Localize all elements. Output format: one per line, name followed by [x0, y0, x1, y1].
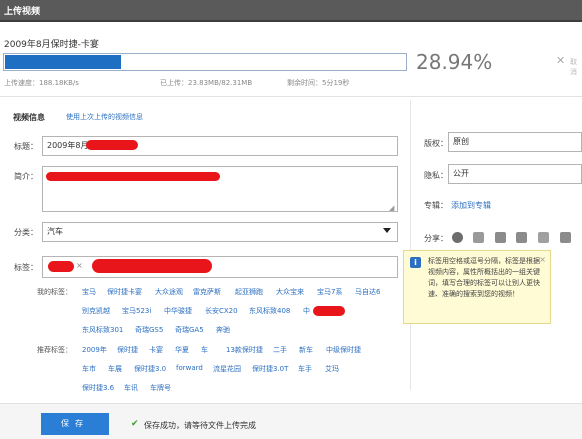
my-tag[interactable]: 宝马7系 — [317, 287, 342, 297]
info-icon: i — [410, 257, 421, 268]
recommended-tag[interactable]: 车牌号 — [150, 383, 171, 393]
recommended-tag[interactable]: 车讯 — [124, 383, 138, 393]
share-label: 分享： — [424, 234, 448, 243]
share-kaixin-icon[interactable] — [516, 232, 527, 243]
copyright-select-value: 原创 — [453, 137, 469, 146]
my-tag[interactable]: 保时捷卡宴 — [107, 287, 142, 297]
my-tag[interactable]: 起亚狮跑 — [235, 287, 263, 297]
cancel-upload-link[interactable]: 取消 — [570, 57, 582, 77]
share-weibo-icon[interactable] — [452, 232, 463, 243]
share-douban-icon[interactable] — [538, 232, 549, 243]
video-info-heading: 视频信息 — [13, 113, 45, 122]
save-button[interactable]: 保存 — [41, 413, 109, 435]
recommended-tag[interactable]: 新车 — [299, 345, 313, 355]
recommended-tag[interactable]: 保时捷3.0 — [134, 364, 166, 374]
recommended-tag[interactable]: 保时捷3.0T — [252, 364, 288, 374]
column-divider — [410, 100, 411, 390]
save-success-message: 保存成功，请等待文件上传完成 — [144, 421, 256, 430]
my-tag[interactable]: 东风标致301 — [82, 325, 123, 335]
add-to-album-link[interactable]: 添加到专辑 — [451, 200, 491, 211]
resize-grip-icon[interactable]: ◢ — [389, 204, 394, 212]
upload-progress-fill — [5, 55, 121, 69]
window-titlebar: 上传视频 — [0, 0, 582, 22]
recommended-tag[interactable]: 卡宴 — [149, 345, 163, 355]
recommended-tag[interactable]: 13款保时捷 — [226, 345, 263, 355]
recommended-tag[interactable]: 2009年 — [82, 345, 107, 355]
my-tag[interactable]: 别克凯越 — [82, 306, 110, 316]
uploaded-amount: 已上传：23.83MB/82.31MB — [160, 79, 253, 87]
upload-file-title: 2009年8月保时捷-卡宴 — [4, 40, 99, 50]
tooltip-text: 标签用空格或逗号分隔，标签是根据视频内容，属性所概括出的一组关键词，填写合理的标… — [428, 257, 540, 298]
intro-label: 简介： — [14, 172, 38, 181]
my-tag[interactable]: 中 — [303, 306, 310, 316]
recommended-tag[interactable]: 车手 — [298, 364, 312, 374]
upload-percent: 28.94% — [416, 50, 493, 74]
category-label: 分类： — [14, 228, 38, 237]
tags-help-tooltip: i 标签用空格或逗号分隔，标签是根据视频内容，属性所概括出的一组关键词，填写合理… — [403, 250, 551, 324]
my-tag[interactable]: 大众途观 — [155, 287, 183, 297]
chevron-down-icon — [383, 228, 391, 233]
album-label: 专辑： — [424, 201, 448, 210]
close-icon[interactable]: × — [539, 254, 546, 265]
my-tag[interactable]: 长安CX20 — [205, 306, 238, 316]
upload-speed: 上传速度：188.18KB/s — [4, 79, 79, 87]
my-tag[interactable]: 奇瑞GA5 — [175, 325, 204, 335]
redaction — [46, 172, 220, 181]
share-qzone-icon[interactable] — [473, 232, 484, 243]
window-title: 上传视频 — [4, 7, 41, 17]
recommended-tag[interactable]: 艾玛 — [325, 364, 339, 374]
share-tqq-icon[interactable] — [560, 232, 571, 243]
category-select[interactable]: 汽车 — [42, 222, 398, 242]
upload-progress-bar — [3, 53, 407, 71]
recommended-tag[interactable]: 保时捷 — [117, 345, 138, 355]
my-tag[interactable]: 宝马 — [82, 287, 96, 297]
recommended-tag[interactable]: 流星花园 — [213, 364, 241, 374]
my-tag[interactable]: 大众宝来 — [276, 287, 304, 297]
my-tag[interactable]: 雷克萨斯 — [193, 287, 221, 297]
copyright-select[interactable]: 原创 — [448, 132, 582, 152]
section-divider — [0, 96, 582, 97]
recommended-tag[interactable]: forward — [176, 364, 203, 372]
redaction — [48, 261, 74, 272]
recommended-tag[interactable]: 车展 — [108, 364, 122, 374]
cancel-icon[interactable]: ✕ — [556, 54, 565, 67]
my-tag[interactable]: 奇瑞GS5 — [135, 325, 163, 335]
recommended-tag[interactable]: 二手 — [273, 345, 287, 355]
share-renren-icon[interactable] — [495, 232, 506, 243]
recommended-tag[interactable]: 中级保时捷 — [326, 345, 361, 355]
redaction — [313, 306, 345, 316]
redaction — [92, 259, 212, 273]
privacy-label: 隐私： — [424, 171, 448, 180]
redaction — [86, 140, 138, 150]
recommended-tag[interactable]: 华夏 — [175, 345, 189, 355]
recommended-tag[interactable]: 车市 — [82, 364, 96, 374]
privacy-select-value: 公开 — [453, 169, 469, 178]
my-tag[interactable]: 中华骏捷 — [164, 306, 192, 316]
my-tags-label: 我的标签： — [37, 288, 72, 296]
my-tag[interactable]: 奔驰 — [216, 325, 230, 335]
title-input-value: 2009年8月 — [47, 141, 89, 150]
tag-remove-icon[interactable]: × — [76, 261, 83, 270]
checkmark-icon: ✔ — [131, 419, 139, 429]
title-label: 标题： — [14, 142, 38, 151]
reuse-last-info-link[interactable]: 使用上次上传的视频信息 — [66, 112, 143, 122]
privacy-select[interactable]: 公开 — [448, 164, 582, 184]
my-tag[interactable]: 宝马523i — [122, 306, 151, 316]
my-tag[interactable]: 东风标致408 — [249, 306, 290, 316]
time-remaining: 剩余时间：5分19秒 — [287, 79, 350, 87]
recommended-tag[interactable]: 保时捷3.6 — [82, 383, 114, 393]
copyright-label: 版权： — [424, 139, 448, 148]
recommended-tag[interactable]: 车 — [201, 345, 208, 355]
recommended-tags-label: 推荐标签： — [37, 346, 72, 354]
category-select-value: 汽车 — [47, 227, 63, 236]
tags-label: 标签： — [14, 263, 38, 272]
my-tag[interactable]: 马自达6 — [355, 287, 380, 297]
